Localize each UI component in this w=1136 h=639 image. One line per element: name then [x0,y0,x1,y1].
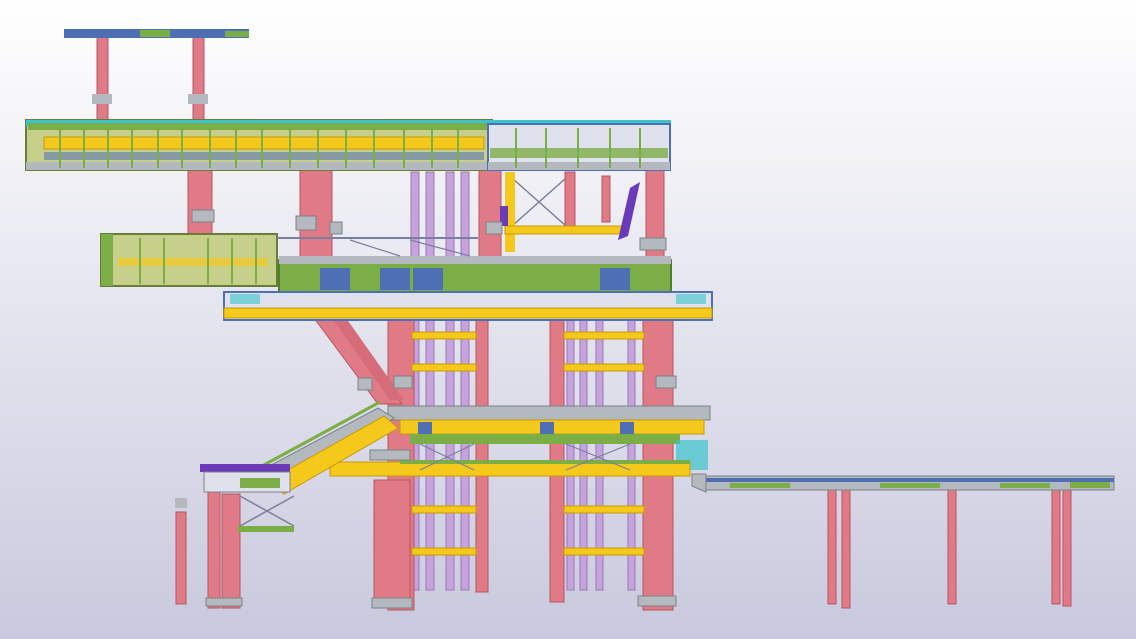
3d-model-viewport[interactable] [0,0,1136,639]
middle-main-deck [223,256,713,321]
steel-structure-model[interactable] [0,0,1136,639]
right-walkway [691,473,1115,493]
upper-deck [25,119,671,171]
